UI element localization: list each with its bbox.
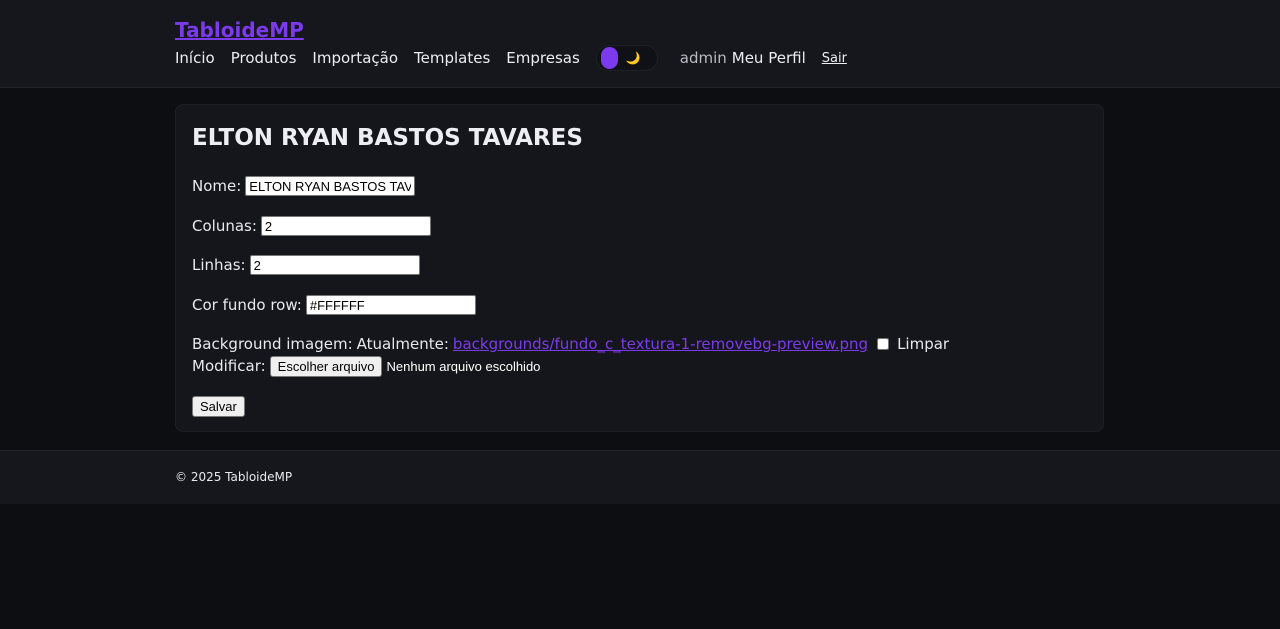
copyright-text: © 2025 TabloideMP — [175, 470, 293, 484]
colunas-row: Colunas: — [192, 215, 431, 237]
background-label: Background imagem: — [192, 335, 353, 353]
clear-checkbox[interactable] — [877, 338, 890, 350]
toggle-knob — [600, 47, 618, 69]
logout-link[interactable]: Sair — [822, 51, 847, 66]
moon-icon: 🌙 — [625, 51, 641, 65]
modify-row: Modificar: Escolher arquivo Nenhum arqui… — [192, 355, 540, 377]
choose-file-button[interactable]: Escolher arquivo — [269, 355, 383, 377]
clear-label: Limpar — [897, 335, 950, 353]
nav-importacao[interactable]: Importação — [312, 49, 398, 67]
nav-produtos[interactable]: Produtos — [231, 49, 297, 67]
cor-row: Cor fundo row: — [192, 294, 476, 316]
brand-link[interactable]: TabloideMP — [175, 18, 304, 42]
colunas-label: Colunas: — [192, 217, 257, 235]
modify-label: Modificar: — [192, 357, 266, 375]
current-file-link[interactable]: backgrounds/fundo_c_textura-1-removebg-p… — [453, 335, 868, 353]
main-nav: Início Produtos Importação Templates Emp… — [175, 45, 847, 71]
colunas-input[interactable] — [260, 216, 431, 236]
cor-input[interactable] — [305, 295, 476, 315]
save-row: Salvar — [192, 395, 245, 417]
cor-label: Cor fundo row: — [192, 296, 302, 314]
save-button[interactable]: Salvar — [192, 395, 245, 417]
nome-input[interactable] — [245, 176, 416, 196]
background-row: Background imagem: Atualmente: backgroun… — [192, 333, 949, 355]
nav-empresas[interactable]: Empresas — [506, 49, 580, 67]
nome-label: Nome: — [192, 177, 242, 195]
linhas-row: Linhas: — [192, 254, 420, 276]
no-file-text: Nenhum arquivo escolhido — [386, 358, 541, 374]
nome-row: Nome: — [192, 175, 416, 197]
page-title: ELTON RYAN BASTOS TAVARES — [192, 125, 583, 151]
linhas-input[interactable] — [249, 255, 420, 275]
form-card: ELTON RYAN BASTOS TAVARES Nome: Colunas:… — [175, 104, 1104, 432]
theme-toggle[interactable]: 🌙 — [595, 45, 658, 71]
footer: © 2025 TabloideMP — [0, 450, 1280, 504]
header: TabloideMP Início Produtos Importação Te… — [0, 0, 1280, 88]
username: admin — [679, 49, 727, 67]
currently-label: Atualmente: — [356, 335, 449, 353]
linhas-label: Linhas: — [192, 256, 246, 274]
nav-templates[interactable]: Templates — [414, 49, 490, 67]
nav-inicio[interactable]: Início — [175, 49, 215, 67]
profile-link[interactable]: Meu Perfil — [732, 49, 806, 67]
